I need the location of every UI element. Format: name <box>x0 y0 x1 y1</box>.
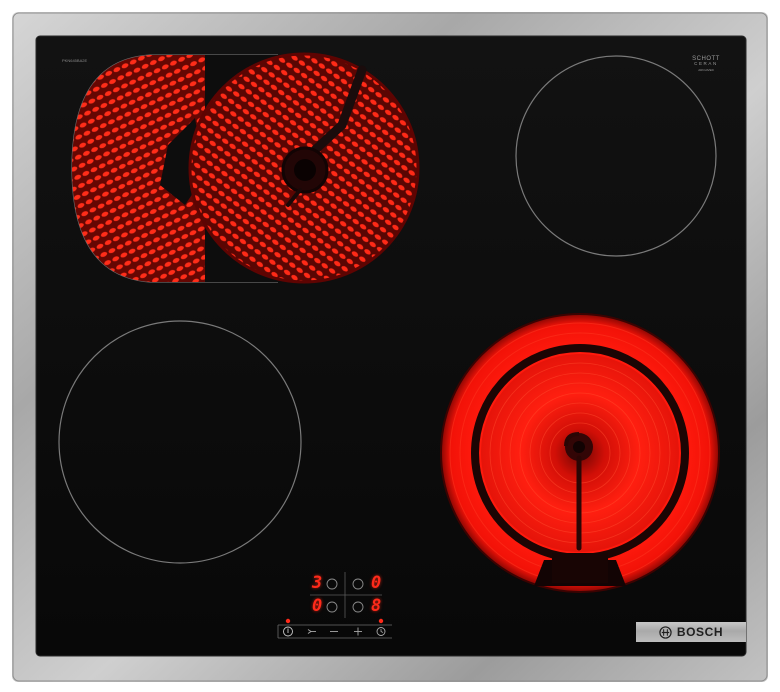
timer-led <box>378 618 384 624</box>
model-code: PKN645BA2E <box>62 58 88 63</box>
cooktop <box>12 12 768 682</box>
bosch-armature-icon <box>659 625 672 639</box>
display-digit-front-right: 8 <box>371 596 382 616</box>
glass-logo-line3: ARCHIVED <box>698 68 714 73</box>
display-digit-rear-left: 3 <box>312 573 323 593</box>
schott-ceran-logo: SCHOTT CERAN ARCHIVED <box>688 56 724 72</box>
display-digit-rear-right: 0 <box>371 573 382 593</box>
power-led <box>285 618 291 624</box>
display-digit-front-left: 0 <box>312 596 323 616</box>
brand-name: BOSCH <box>676 625 724 639</box>
glass-logo-line2: CERAN <box>694 61 718 67</box>
front-right-zone <box>440 313 720 593</box>
brand-plate: BOSCH <box>636 622 746 642</box>
rear-left-zone <box>71 52 420 284</box>
